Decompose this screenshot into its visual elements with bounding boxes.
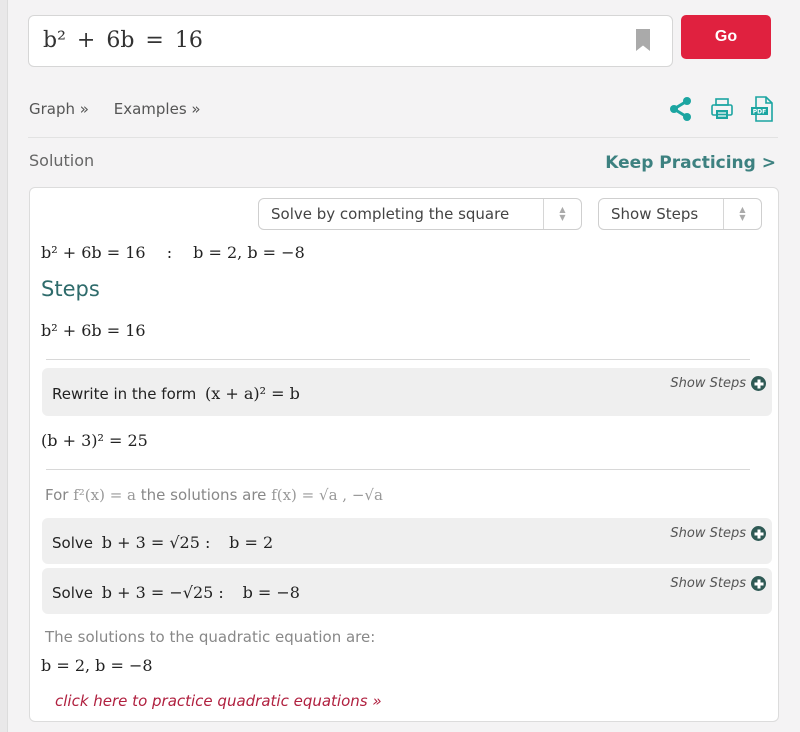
plus-circle-icon	[751, 526, 766, 541]
bookmark-icon[interactable]	[636, 29, 650, 51]
step-rewrite: Rewrite in the form (x + a)² = b Show St…	[42, 368, 772, 416]
result-separator: :	[166, 243, 173, 262]
step-solve-math: b + 3 = −√25 :	[101, 583, 224, 602]
graph-link[interactable]: Graph »	[29, 100, 89, 118]
step-solve-result: b = 2	[229, 533, 274, 552]
print-icon[interactable]	[710, 97, 734, 121]
top-divider	[28, 137, 778, 138]
keep-practicing-link[interactable]: Keep Practicing >	[605, 153, 776, 173]
solutions-label: The solutions to the quadratic equation …	[45, 628, 376, 646]
solution-card: Solve by completing the square ▲ ▼ Show S…	[29, 187, 779, 722]
step-solve-label: Solve	[52, 584, 93, 602]
method-select-value: Solve by completing the square	[271, 205, 510, 223]
show-steps-select[interactable]: Show Steps ▲ ▼	[598, 198, 762, 230]
plus-circle-icon	[751, 376, 766, 391]
show-steps-button[interactable]: Show Steps	[670, 576, 766, 591]
step-rewrite-math: (x + a)² = b	[205, 384, 300, 403]
step-solve-math: b + 3 = √25 :	[101, 533, 211, 552]
go-button[interactable]: Go	[681, 15, 771, 59]
rule-solutions: f(x) = √a , −√a	[271, 486, 383, 504]
examples-link[interactable]: Examples »	[114, 100, 201, 118]
svg-text:PDF: PDF	[753, 109, 766, 116]
show-steps-button[interactable]: Show Steps	[670, 526, 766, 541]
step-solve-negative: Solve b + 3 = −√25 : b = −8 Show Steps	[42, 568, 772, 614]
links-row: Graph » Examples »	[29, 100, 221, 118]
rule-condition: f²(x) = a	[73, 486, 136, 504]
result-value: b = 2, b = −8	[193, 243, 305, 262]
updown-arrows-icon: ▲ ▼	[543, 199, 581, 229]
show-steps-label: Show Steps	[670, 526, 746, 541]
search-query[interactable]: b² + 6b = 16	[43, 28, 203, 53]
step-rewrite-text: Rewrite in the form (x + a)² = b	[52, 384, 300, 403]
step-solve-positive-text: Solve b + 3 = √25 : b = 2	[52, 533, 273, 552]
show-steps-select-value: Show Steps	[611, 205, 699, 223]
initial-equation: b² + 6b = 16	[41, 321, 146, 340]
search-input[interactable]: b² + 6b = 16	[28, 15, 673, 67]
result-equation: b² + 6b = 16	[41, 243, 146, 262]
show-steps-label: Show Steps	[670, 576, 746, 591]
method-select[interactable]: Solve by completing the square ▲ ▼	[258, 198, 582, 230]
step-solve-positive: Solve b + 3 = √25 : b = 2 Show Steps	[42, 518, 772, 564]
step-rewrite-result: (b + 3)² = 25	[41, 431, 148, 450]
updown-arrows-icon: ▲ ▼	[723, 199, 761, 229]
toolbar-icons: PDF	[668, 96, 774, 122]
step-rewrite-label: Rewrite in the form	[52, 385, 197, 403]
solution-label: Solution	[29, 151, 95, 170]
step-solve-negative-text: Solve b + 3 = −√25 : b = −8	[52, 583, 300, 602]
show-steps-button[interactable]: Show Steps	[670, 376, 766, 391]
step-divider	[46, 359, 750, 360]
share-icon[interactable]	[668, 96, 694, 122]
step-divider	[46, 469, 750, 470]
step-solve-label: Solve	[52, 534, 93, 552]
rule-prefix: For	[45, 486, 69, 504]
show-steps-label: Show Steps	[670, 376, 746, 391]
steps-heading: Steps	[41, 277, 100, 301]
pdf-icon[interactable]: PDF	[750, 96, 774, 122]
left-edge	[0, 0, 8, 732]
rule-middle: the solutions are	[140, 486, 267, 504]
step-solve-result: b = −8	[242, 583, 300, 602]
rule-text: For f²(x) = a the solutions are f(x) = √…	[45, 486, 383, 504]
plus-circle-icon	[751, 576, 766, 591]
practice-link[interactable]: click here to practice quadratic equatio…	[55, 692, 382, 710]
solutions-equation: b = 2, b = −8	[41, 656, 153, 675]
result-line: b² + 6b = 16 : b = 2, b = −8	[41, 243, 305, 262]
